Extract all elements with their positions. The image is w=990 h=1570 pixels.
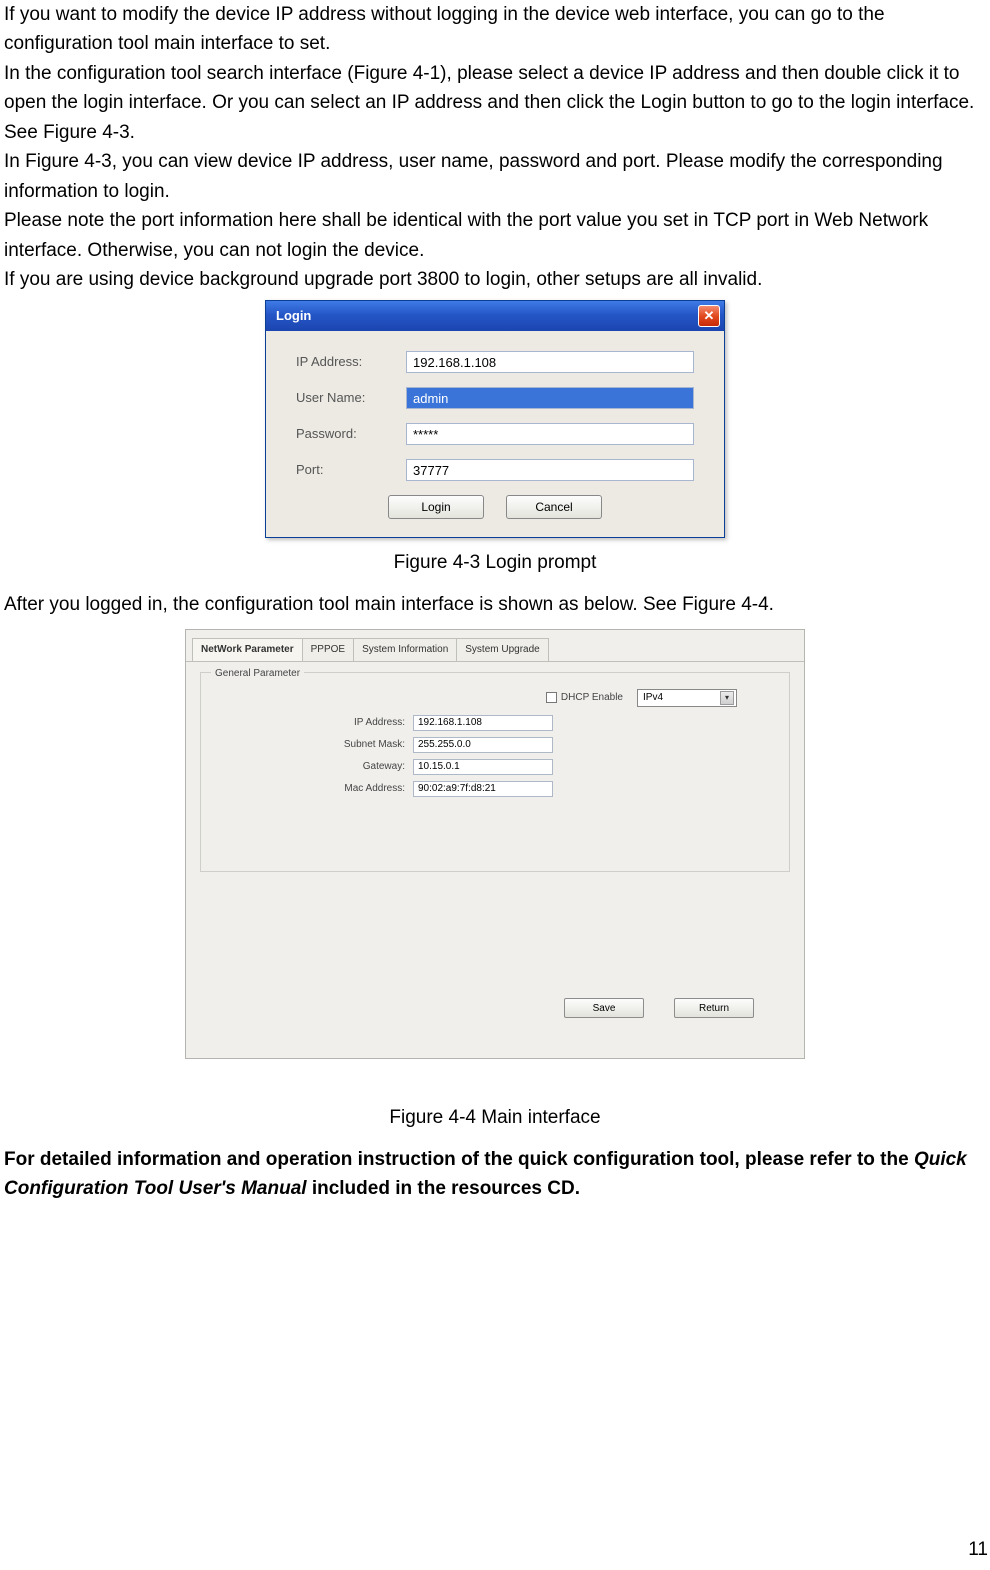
cfg-gw-input[interactable] [413,759,553,775]
username-input[interactable] [406,387,694,409]
cfg-ip-label: IP Address: [333,715,413,731]
cfg-mac-row: Mac Address: [213,781,777,797]
footer-text-a: For detailed information and operation i… [4,1149,914,1170]
general-parameter-group: General Parameter DHCP Enable IPv4 ▾ IP … [200,672,790,872]
cfg-gw-label: Gateway: [333,759,413,775]
paragraph: In Figure 4-3, you can view device IP ad… [4,147,986,206]
port-label: Port: [296,460,406,480]
dhcp-row: DHCP Enable IPv4 ▾ [213,689,777,707]
cfg-mask-label: Subnet Mask: [333,737,413,753]
config-tabs: NetWork Parameter PPPOE System Informati… [186,630,804,662]
ip-input[interactable] [406,351,694,373]
tab-system-upgrade[interactable]: System Upgrade [456,638,548,661]
page-number: 11 [968,1535,988,1564]
ip-row: IP Address: [296,351,694,373]
login-titlebar: Login ✕ [266,301,724,331]
cfg-ip-row: IP Address: [213,715,777,731]
figure-4-4-caption: Figure 4-4 Main interface [4,1103,986,1132]
checkbox-icon [546,692,557,703]
footer-note: For detailed information and operation i… [4,1145,986,1204]
user-label: User Name: [296,388,406,408]
cfg-mac-input[interactable] [413,781,553,797]
close-button[interactable]: ✕ [698,305,720,327]
config-window: NetWork Parameter PPPOE System Informati… [185,629,805,1059]
dhcp-label: DHCP Enable [561,690,623,706]
chevron-down-icon: ▾ [720,691,734,705]
close-icon: ✕ [704,306,715,326]
tab-network-parameter[interactable]: NetWork Parameter [192,638,303,661]
footer-text-c: included in the resources CD. [307,1178,580,1199]
save-button[interactable]: Save [564,998,644,1018]
login-body: IP Address: User Name: Password: Port: L… [266,331,724,537]
cfg-mac-label: Mac Address: [333,781,413,797]
config-bottom-buttons: Save Return [564,998,754,1018]
cfg-mask-input[interactable] [413,737,553,753]
port-row: Port: [296,459,694,481]
password-row: Password: [296,423,694,445]
cfg-mask-row: Subnet Mask: [213,737,777,753]
ip-label: IP Address: [296,352,406,372]
paragraph: If you want to modify the device IP addr… [4,0,986,59]
tab-pppoe[interactable]: PPPOE [302,638,354,661]
port-input[interactable] [406,459,694,481]
login-title-text: Login [276,306,311,326]
password-input[interactable] [406,423,694,445]
group-title: General Parameter [211,666,304,682]
ip-version-value: IPv4 [643,690,663,706]
figure-4-3-caption: Figure 4-3 Login prompt [4,548,986,577]
return-button[interactable]: Return [674,998,754,1018]
user-row: User Name: [296,387,694,409]
tab-system-information[interactable]: System Information [353,638,457,661]
ip-version-select[interactable]: IPv4 ▾ [637,689,737,707]
paragraph: Please note the port information here sh… [4,206,986,265]
paragraph: If you are using device background upgra… [4,265,986,294]
cfg-ip-input[interactable] [413,715,553,731]
login-button[interactable]: Login [388,495,484,519]
cfg-gw-row: Gateway: [213,759,777,775]
paragraph: After you logged in, the configuration t… [4,590,986,619]
dhcp-enable-checkbox[interactable]: DHCP Enable [546,690,623,706]
password-label: Password: [296,424,406,444]
login-dialog: Login ✕ IP Address: User Name: Password:… [265,300,725,538]
cancel-button[interactable]: Cancel [506,495,602,519]
login-button-row: Login Cancel [296,495,694,519]
paragraph: In the configuration tool search interfa… [4,59,986,147]
